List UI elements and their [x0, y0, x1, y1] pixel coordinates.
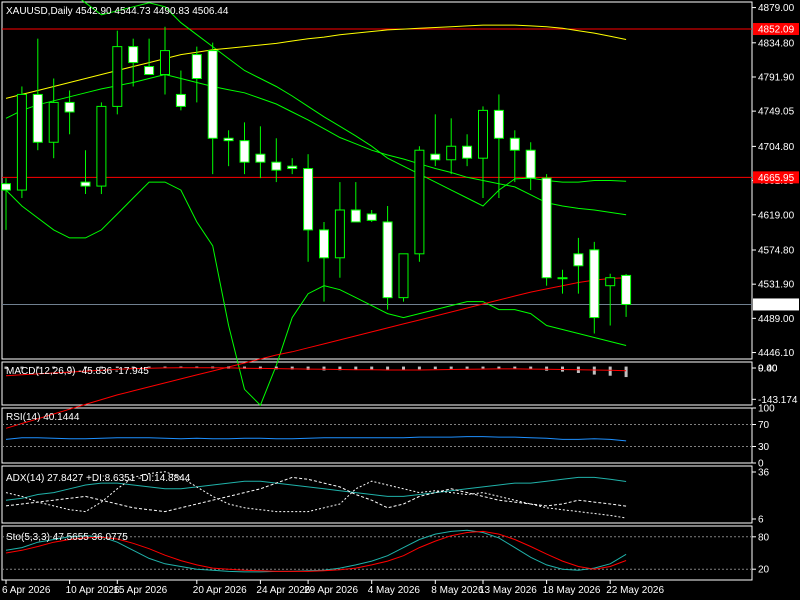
- macd-header: MACD(12,26,9) -45.836 -17.945: [6, 366, 149, 377]
- candle-body-bear: [541, 177, 552, 279]
- stochastic-tick-label: 20: [758, 565, 770, 576]
- rsi-tick-label: 100: [758, 404, 775, 415]
- candle-body-bull: [605, 277, 616, 287]
- macd-bar: [402, 366, 405, 371]
- current-price-label: 4506.44: [758, 300, 795, 311]
- date-tick-label: 8 May 2026: [431, 585, 484, 596]
- candle-body-bear: [128, 46, 139, 64]
- trading-chart[interactable]: XAUUSD,Daily 4542.90 4544.73 4490.83 450…: [0, 0, 800, 600]
- candle-body-bear: [319, 229, 329, 259]
- candle: [382, 206, 393, 310]
- candle-body-bull: [334, 209, 345, 259]
- candle-body-bear: [239, 140, 250, 163]
- macd-bar: [624, 366, 628, 378]
- candle-body-bear: [144, 66, 155, 76]
- adx-tick-label: 6: [758, 515, 764, 526]
- candle-body-bear: [350, 209, 361, 223]
- macd-bar: [322, 366, 326, 371]
- price-tick-label: 4791.90: [758, 72, 795, 83]
- macd-bar: [465, 366, 469, 369]
- stochastic-tick-label: 80: [758, 532, 770, 543]
- adx-header: ADX(14) 27.8427 +DI:8.6351 -DI:14.8844: [6, 473, 191, 484]
- macd-bar: [545, 366, 549, 371]
- candle-body-bear: [430, 153, 441, 161]
- candle-body-bear: [255, 153, 266, 163]
- candle-body-bear: [382, 221, 393, 299]
- candle-body-bear: [509, 137, 520, 151]
- candle-body-bull: [478, 109, 488, 159]
- candle: [96, 102, 107, 195]
- candle: [414, 146, 425, 262]
- candle-body-bull: [446, 145, 457, 161]
- level-label: 4852.09: [758, 25, 795, 36]
- candle-body-bear: [223, 137, 234, 142]
- adx-tick-label: 36: [758, 468, 770, 479]
- price-tick-label: 4446.10: [758, 348, 795, 359]
- candle-body-bear: [493, 109, 504, 139]
- date-tick-label: 15 Apr 2026: [113, 585, 167, 596]
- date-tick-label: 18 May 2026: [543, 585, 601, 596]
- price-tick-label: 4574.80: [758, 245, 795, 256]
- candle-body-bull: [160, 50, 170, 76]
- candle-body-bear: [525, 149, 536, 179]
- candle: [398, 253, 409, 302]
- price-tick-label: 4619.00: [758, 210, 795, 221]
- candle-body-bear: [287, 165, 298, 170]
- candle-body-bull: [557, 277, 568, 280]
- candle-body-bull: [112, 46, 123, 107]
- macd-bar: [592, 366, 596, 375]
- date-tick-label: 13 May 2026: [479, 585, 537, 596]
- candle-body-bear: [207, 50, 218, 139]
- macd-bar: [449, 366, 453, 369]
- candle: [16, 86, 27, 199]
- macd-bar: [433, 366, 437, 370]
- candle-body-bear: [462, 145, 473, 159]
- candle-body-bear: [621, 274, 632, 305]
- price-tick-label: 4531.90: [758, 280, 795, 291]
- candle-body-bull: [398, 253, 409, 299]
- candle-body-bear: [64, 101, 75, 113]
- candle: [541, 174, 552, 286]
- candle-body-bull: [414, 149, 425, 255]
- date-tick-label: 4 May 2026: [368, 585, 421, 596]
- candle-body-bull: [48, 101, 59, 143]
- macd-bar: [608, 366, 612, 376]
- level-label: 4665.95: [758, 173, 795, 184]
- price-tick-label: 4879.00: [758, 3, 795, 14]
- candle-body-bear: [573, 253, 584, 267]
- candle-body-bull: [16, 93, 27, 191]
- date-tick-label: 6 Apr 2026: [2, 585, 51, 596]
- candle-body-bear: [80, 181, 91, 187]
- date-tick-label: 29 Apr 2026: [304, 585, 358, 596]
- price-tick-label: 4489.00: [758, 314, 795, 325]
- price-header: XAUUSD,Daily 4542.90 4544.73 4490.83 450…: [6, 6, 229, 17]
- price-tick-label: 4834.80: [758, 38, 795, 49]
- date-tick-label: 24 Apr 2026: [256, 585, 310, 596]
- price-tick-label: 4704.80: [758, 142, 795, 153]
- rsi-tick-label: 30: [758, 442, 770, 453]
- macd-bar: [497, 366, 501, 369]
- candle-body-bear: [1, 183, 11, 191]
- candle-body-bear: [303, 168, 314, 231]
- price-tick-label: 4749.05: [758, 107, 795, 118]
- macd-bar: [481, 366, 485, 369]
- date-tick-label: 20 Apr 2026: [193, 585, 247, 596]
- candle-body-bear: [175, 93, 186, 107]
- macd-bar: [417, 366, 421, 370]
- candle-body-bear: [366, 213, 377, 221]
- macd-tick-label: 0.00: [758, 364, 778, 375]
- date-tick-label: 22 May 2026: [606, 585, 664, 596]
- candle-body-bear: [32, 93, 43, 143]
- candle-body-bear: [589, 249, 600, 319]
- candle-body-bull: [96, 105, 107, 187]
- candle-body-bear: [191, 54, 202, 79]
- rsi-header: RSI(14) 40.1444: [6, 412, 80, 423]
- rsi-tick-label: 70: [758, 420, 770, 431]
- date-tick-label: 10 Apr 2026: [66, 585, 120, 596]
- stochastic-header: Sto(5,3,3) 47.5655 36.0775: [6, 532, 128, 543]
- candle-body-bear: [271, 161, 282, 171]
